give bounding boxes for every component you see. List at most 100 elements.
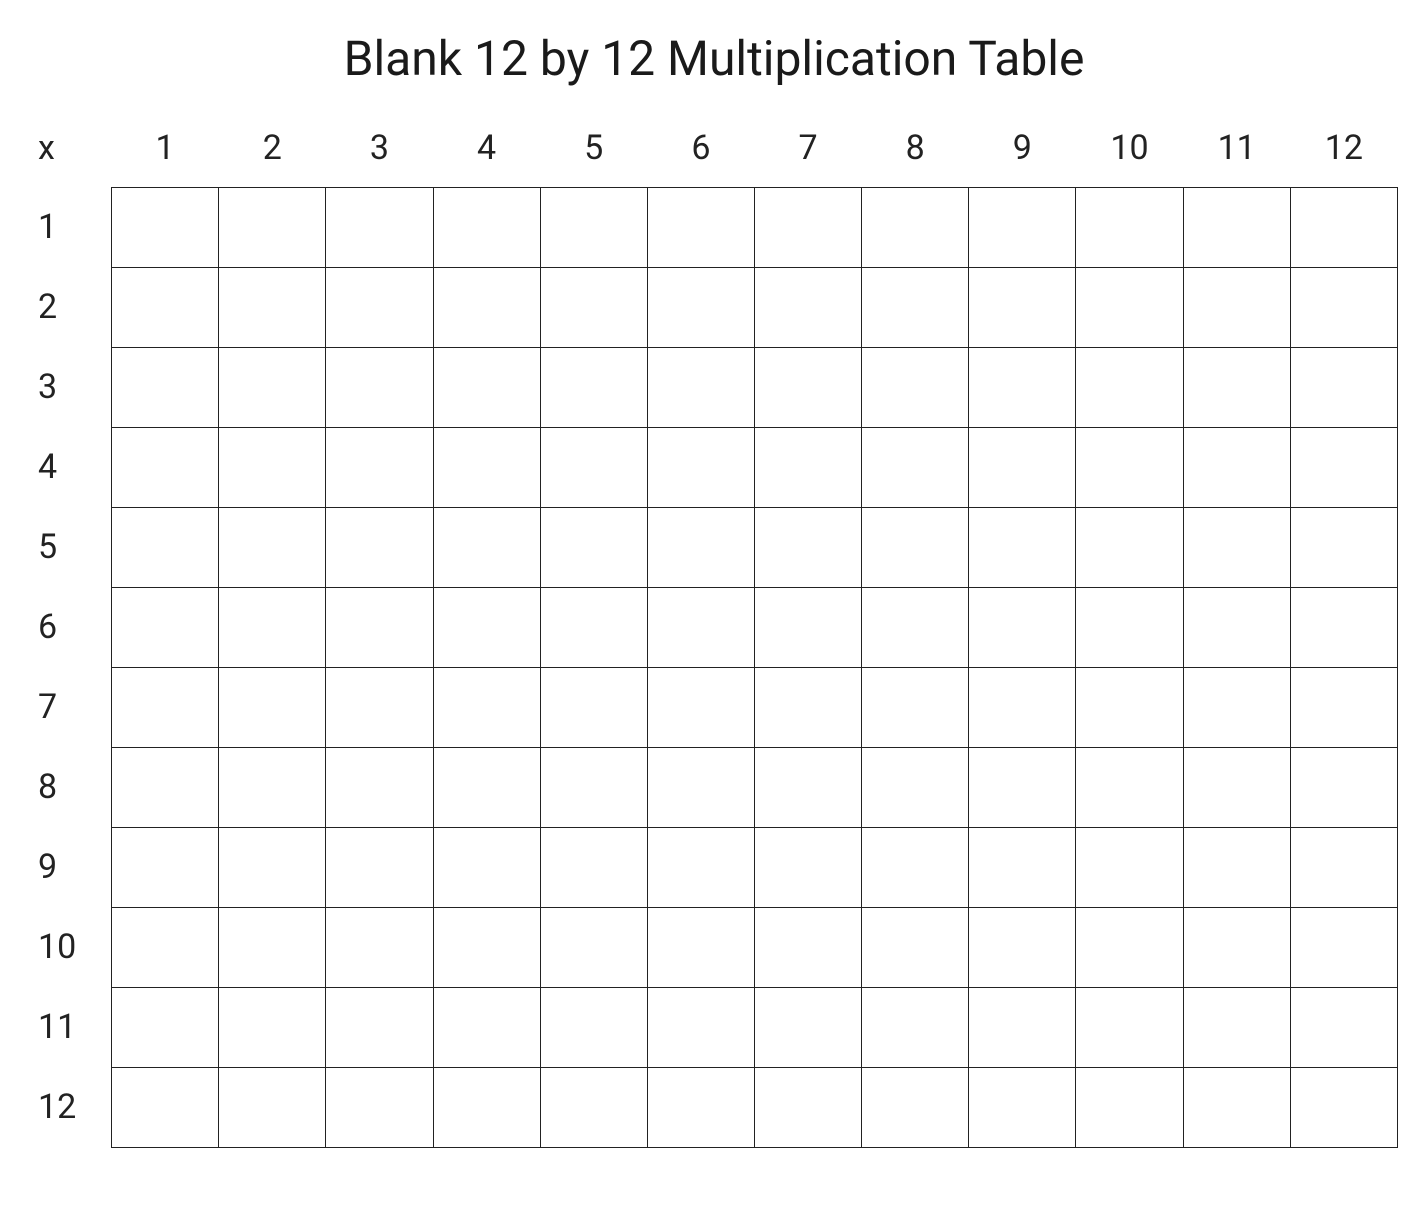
- grid-cell: [1076, 667, 1183, 747]
- grid-cell: [219, 427, 326, 507]
- row-header: 6: [30, 587, 112, 667]
- grid-cell: [326, 907, 433, 987]
- grid-cell: [1290, 827, 1397, 907]
- grid-cell: [862, 1067, 969, 1147]
- grid-cell: [969, 507, 1076, 587]
- grid-cell: [433, 187, 540, 267]
- col-header: 2: [219, 127, 326, 187]
- grid-cell: [433, 347, 540, 427]
- grid-cell: [540, 667, 647, 747]
- grid-cell: [1290, 747, 1397, 827]
- grid-cell: [647, 907, 754, 987]
- grid-cell: [862, 267, 969, 347]
- table-row: 2: [30, 267, 1398, 347]
- table-row: 11: [30, 987, 1398, 1067]
- grid-cell: [433, 507, 540, 587]
- grid-cell: [1076, 1067, 1183, 1147]
- grid-cell: [1183, 507, 1290, 587]
- col-header: 11: [1183, 127, 1290, 187]
- grid-cell: [1076, 187, 1183, 267]
- grid-cell: [647, 987, 754, 1067]
- grid-cell: [433, 747, 540, 827]
- grid-cell: [219, 347, 326, 427]
- grid-cell: [754, 347, 861, 427]
- grid-cell: [540, 1067, 647, 1147]
- col-header: 10: [1076, 127, 1183, 187]
- table-row: 7: [30, 667, 1398, 747]
- grid-cell: [1290, 667, 1397, 747]
- grid-cell: [1183, 1067, 1290, 1147]
- grid-cell: [969, 987, 1076, 1067]
- grid-cell: [862, 347, 969, 427]
- grid-cell: [1076, 987, 1183, 1067]
- grid-cell: [1290, 1067, 1397, 1147]
- grid-cell: [754, 987, 861, 1067]
- grid-cell: [540, 587, 647, 667]
- grid-cell: [862, 427, 969, 507]
- grid-cell: [112, 587, 219, 667]
- grid-cell: [326, 1067, 433, 1147]
- grid-cell: [326, 587, 433, 667]
- grid-cell: [1290, 187, 1397, 267]
- grid-cell: [540, 827, 647, 907]
- grid-cell: [969, 1067, 1076, 1147]
- grid-cell: [540, 747, 647, 827]
- grid-cell: [647, 667, 754, 747]
- grid-cell: [433, 427, 540, 507]
- grid-cell: [1290, 427, 1397, 507]
- grid-cell: [112, 907, 219, 987]
- grid-cell: [540, 987, 647, 1067]
- multiplication-table: x 1 2 3 4 5 6 7 8 9 10 11 12 12345678910…: [30, 127, 1398, 1148]
- grid-cell: [1076, 587, 1183, 667]
- col-header: 9: [969, 127, 1076, 187]
- grid-cell: [112, 187, 219, 267]
- grid-cell: [647, 587, 754, 667]
- grid-cell: [647, 187, 754, 267]
- col-header: 5: [540, 127, 647, 187]
- grid-cell: [540, 267, 647, 347]
- grid-cell: [862, 507, 969, 587]
- grid-cell: [112, 667, 219, 747]
- corner-label: x: [30, 127, 112, 187]
- grid-cell: [326, 667, 433, 747]
- table-row: 4: [30, 427, 1398, 507]
- grid-cell: [1183, 427, 1290, 507]
- grid-cell: [112, 987, 219, 1067]
- col-header: 3: [326, 127, 433, 187]
- grid-cell: [1183, 187, 1290, 267]
- grid-cell: [754, 187, 861, 267]
- table-row: 6: [30, 587, 1398, 667]
- grid-cell: [540, 907, 647, 987]
- grid-cell: [219, 907, 326, 987]
- grid-cell: [112, 427, 219, 507]
- grid-cell: [112, 747, 219, 827]
- grid-cell: [219, 747, 326, 827]
- grid-cell: [540, 187, 647, 267]
- grid-cell: [1290, 907, 1397, 987]
- grid-cell: [540, 507, 647, 587]
- grid-cell: [1076, 267, 1183, 347]
- grid-cell: [647, 347, 754, 427]
- row-header: 2: [30, 267, 112, 347]
- grid-cell: [754, 747, 861, 827]
- grid-cell: [754, 267, 861, 347]
- grid-cell: [754, 907, 861, 987]
- grid-cell: [969, 267, 1076, 347]
- grid-cell: [219, 267, 326, 347]
- grid-cell: [112, 827, 219, 907]
- grid-cell: [433, 987, 540, 1067]
- grid-cell: [1183, 267, 1290, 347]
- grid-cell: [754, 427, 861, 507]
- grid-cell: [647, 747, 754, 827]
- row-header: 7: [30, 667, 112, 747]
- grid-cell: [862, 587, 969, 667]
- grid-cell: [540, 347, 647, 427]
- grid-cell: [326, 827, 433, 907]
- grid-cell: [219, 187, 326, 267]
- row-header: 12: [30, 1067, 112, 1147]
- grid-cell: [326, 747, 433, 827]
- grid-cell: [1076, 907, 1183, 987]
- grid-cell: [1290, 987, 1397, 1067]
- grid-cell: [219, 1067, 326, 1147]
- grid-cell: [1290, 267, 1397, 347]
